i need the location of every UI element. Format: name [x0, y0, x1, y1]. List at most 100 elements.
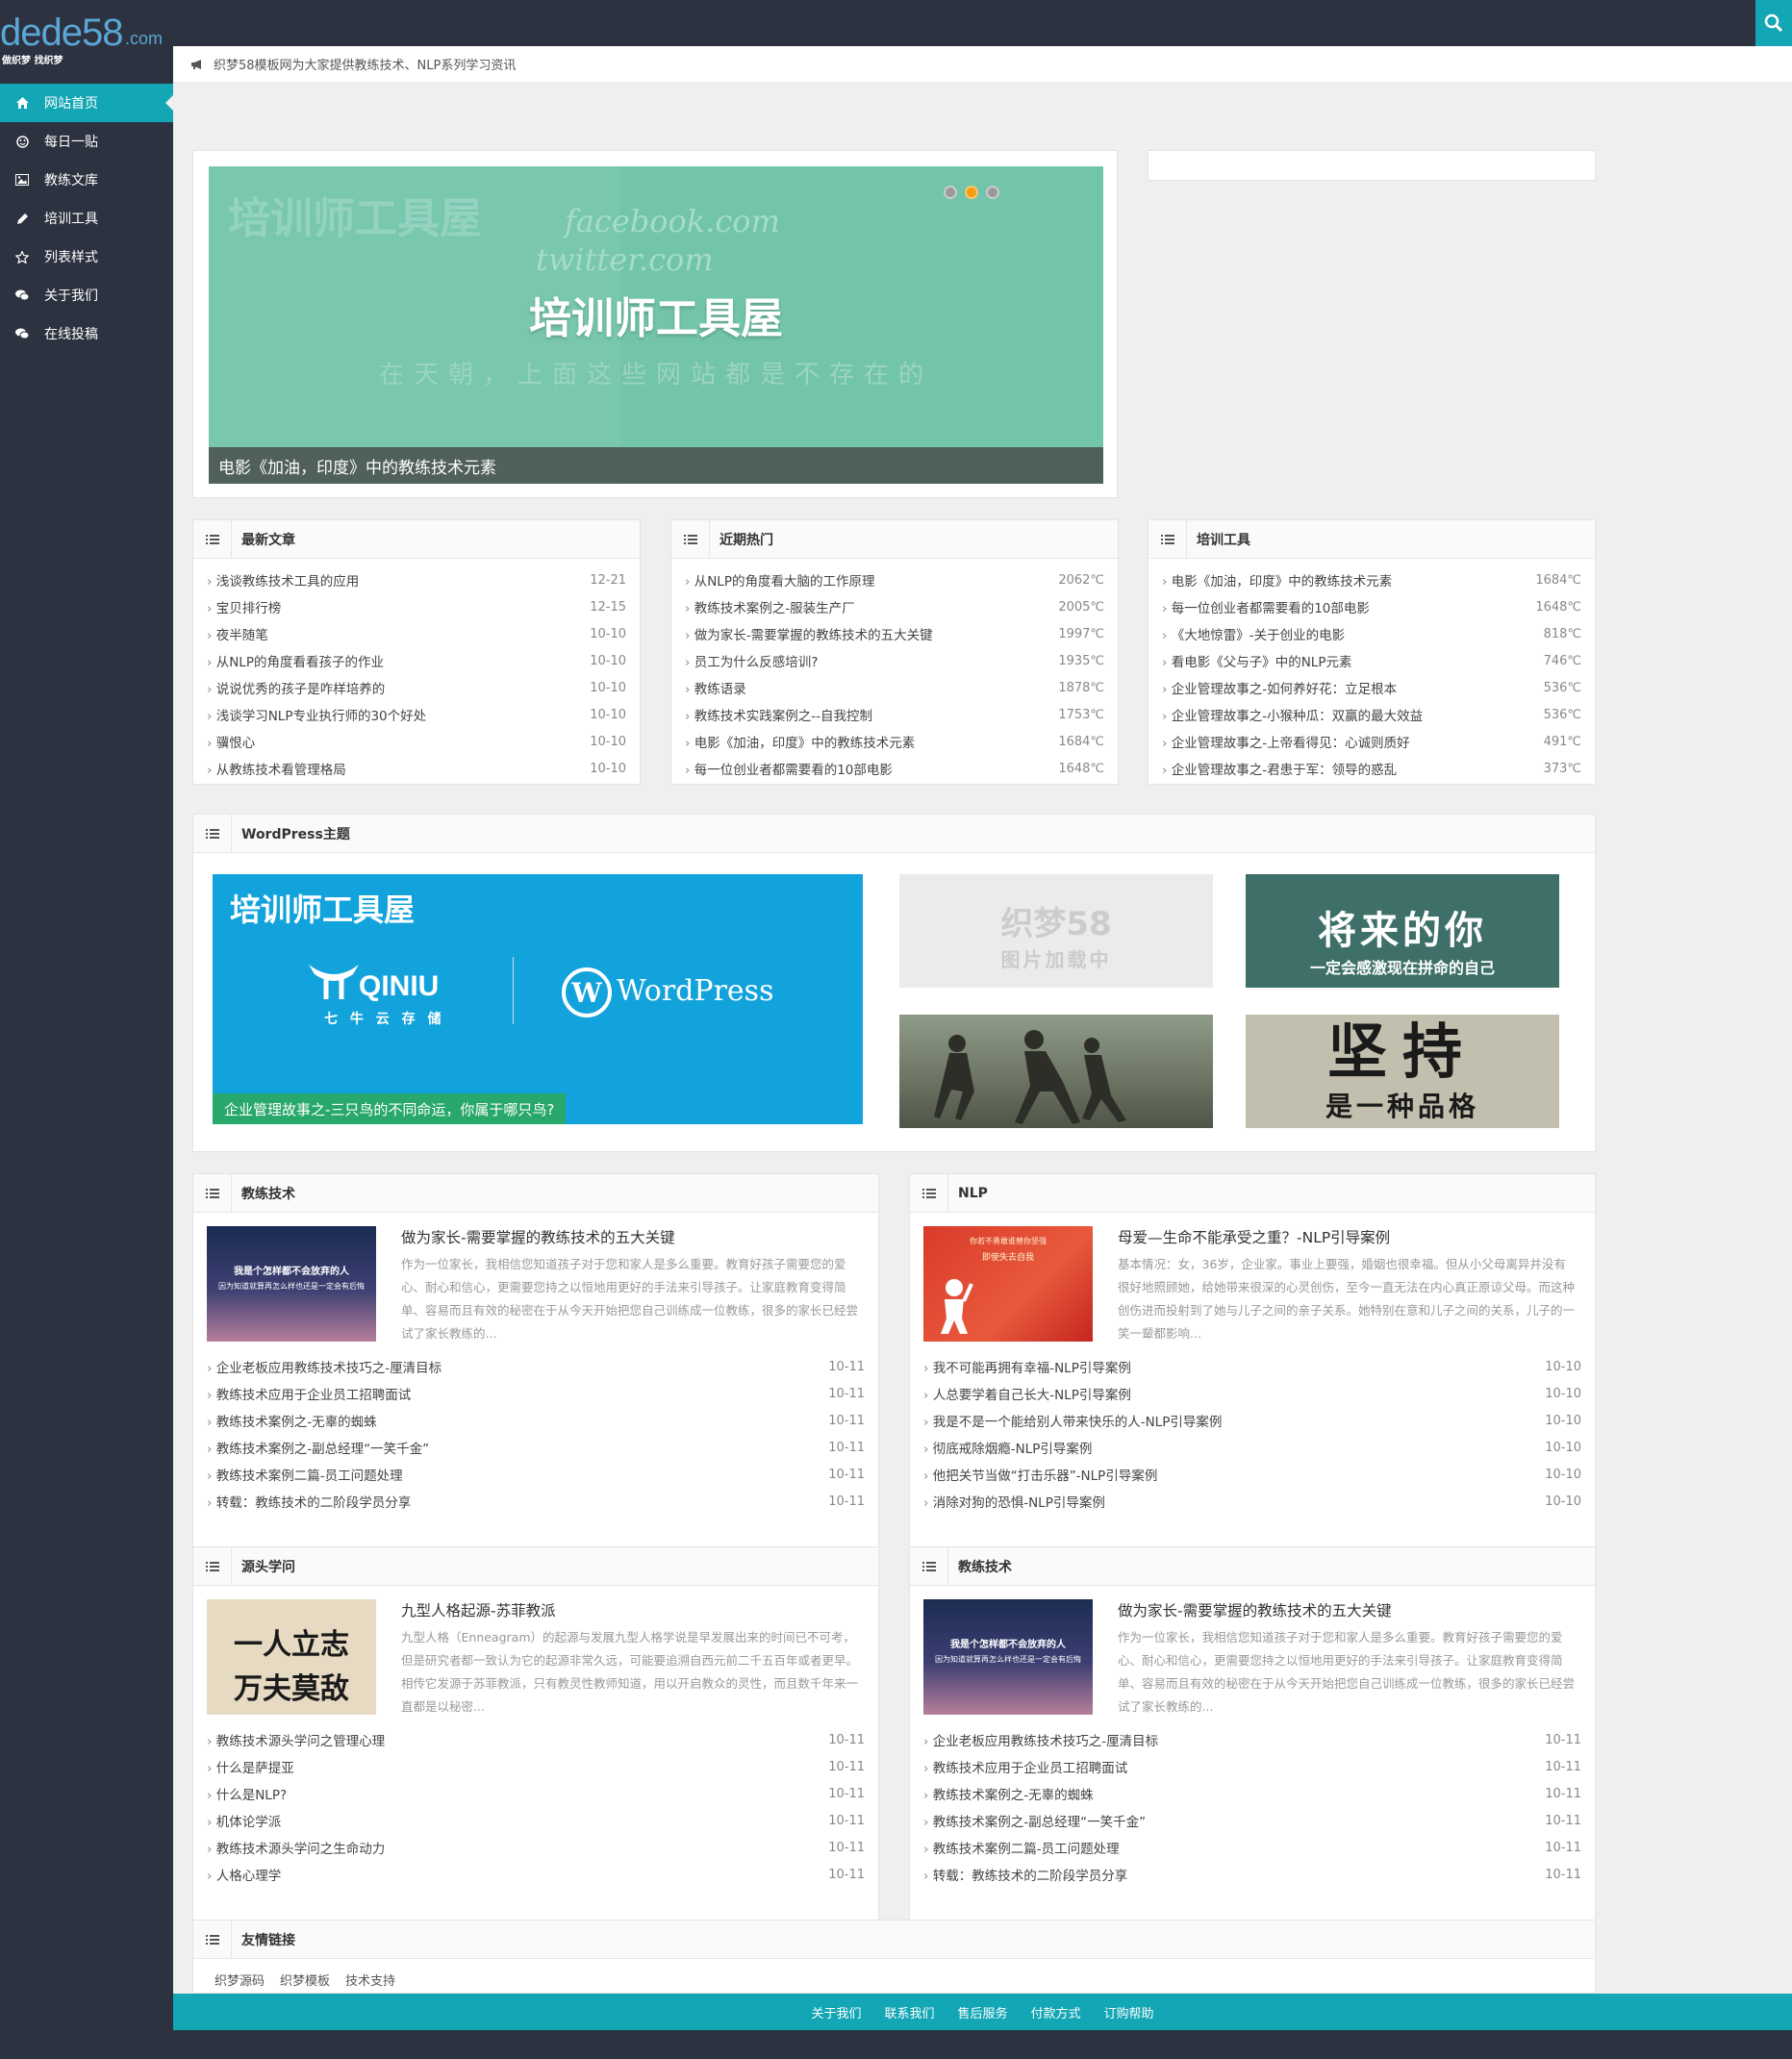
footer-link[interactable]: 付款方式: [1031, 2003, 1081, 2021]
list-item[interactable]: 什么是萨提亚 10-11: [207, 1753, 865, 1780]
sidebar-item-2[interactable]: 每日一贴: [0, 122, 173, 161]
list-item-title[interactable]: 员工为什么反感培训?: [685, 651, 819, 670]
footer-link[interactable]: 联系我们: [884, 2003, 934, 2021]
list-item-title[interactable]: 浅谈教练技术工具的应用: [207, 570, 360, 590]
list-item[interactable]: 什么是NLP? 10-11: [207, 1780, 865, 1807]
list-item-title[interactable]: 从教练技术看管理格局: [207, 759, 346, 778]
sidebar-item-7[interactable]: 在线投稿: [0, 314, 173, 353]
list-item[interactable]: 我不可能再拥有幸福-NLP引导案例 10-10: [923, 1353, 1581, 1380]
list-item[interactable]: 教练技术案例之-服装生产厂 2005℃: [685, 593, 1104, 620]
list-item[interactable]: 骥恨心 10-10: [207, 728, 626, 755]
sidebar-item-5[interactable]: 列表样式: [0, 238, 173, 276]
list-item[interactable]: 彻底戒除烟瘾-NLP引导案例 10-10: [923, 1434, 1581, 1461]
list-item[interactable]: 说说优秀的孩子是咋样培养的 10-10: [207, 674, 626, 701]
list-item[interactable]: 教练技术应用于企业员工招聘面试 10-11: [207, 1380, 865, 1407]
footer-link[interactable]: 售后服务: [957, 2003, 1007, 2021]
list-item[interactable]: 人格心理学 10-11: [207, 1861, 865, 1888]
list-item[interactable]: 企业老板应用教练技术技巧之-厘清目标 10-11: [207, 1353, 865, 1380]
list-item-title[interactable]: 转载：教练技术的二阶段学员分享: [207, 1492, 412, 1511]
gallery-photo[interactable]: [899, 1015, 1213, 1128]
list-item-title[interactable]: 教练技术案例之-无辜的蜘蛛: [923, 1784, 1094, 1803]
list-item-title[interactable]: 他把关节当做“打击乐器”-NLP引导案例: [923, 1465, 1158, 1484]
list-item-title[interactable]: 说说优秀的孩子是咋样培养的: [207, 678, 386, 697]
list-item[interactable]: 教练技术案例之-无辜的蜘蛛 10-11: [923, 1780, 1581, 1807]
list-item-title[interactable]: 什么是NLP?: [207, 1784, 287, 1803]
list-item[interactable]: 教练技术案例之-副总经理“一笑千金” 10-11: [923, 1807, 1581, 1834]
gallery-persist[interactable]: 坚持 是一种品格: [1246, 1015, 1559, 1128]
featured-image[interactable]: 培训师工具屋 QINIU 七 牛 云 存 储 W WordPress 企业管理故…: [213, 874, 863, 1124]
list-item-title[interactable]: 电影《加油，印度》中的教练技术元素: [1162, 570, 1393, 590]
list-item-title[interactable]: 夜半随笔: [207, 624, 268, 643]
list-item[interactable]: 电影《加油，印度》中的教练技术元素 1684℃: [685, 728, 1104, 755]
list-item[interactable]: 教练技术源头学问之管理心理 10-11: [207, 1726, 865, 1753]
slider-dot[interactable]: [944, 186, 957, 199]
friend-link[interactable]: 织梦模板: [280, 1971, 330, 1989]
list-item-title[interactable]: 企业管理故事之-小猴种瓜：双赢的最大效益: [1162, 705, 1423, 724]
sidebar-item-4[interactable]: 培训工具: [0, 199, 173, 238]
list-item[interactable]: 从NLP的角度看看孩子的作业 10-10: [207, 647, 626, 674]
list-item-title[interactable]: 教练技术案例之-副总经理“一笑千金”: [923, 1811, 1146, 1830]
list-item-title[interactable]: 什么是萨提亚: [207, 1757, 294, 1776]
list-item[interactable]: 转载：教练技术的二阶段学员分享 10-11: [923, 1861, 1581, 1888]
sidebar-item-1[interactable]: 网站首页: [0, 84, 173, 122]
feature-title[interactable]: 做为家长-需要掌握的教练技术的五大关键: [1118, 1599, 1392, 1620]
list-item[interactable]: 教练技术案例二篇-员工问题处理 10-11: [207, 1461, 865, 1488]
list-item[interactable]: 机体论学派 10-11: [207, 1807, 865, 1834]
list-item[interactable]: 从教练技术看管理格局 10-10: [207, 755, 626, 782]
list-item-title[interactable]: 企业管理故事之-上帝看得见：心诚则质好: [1162, 732, 1410, 751]
list-item-title[interactable]: 宝贝排行榜: [207, 597, 282, 616]
feature-title[interactable]: 母爱—生命不能承受之重？-NLP引导案例: [1118, 1226, 1390, 1247]
list-item-title[interactable]: 我不可能再拥有幸福-NLP引导案例: [923, 1357, 1131, 1376]
list-item-title[interactable]: 企业管理故事之-如何养好花：立足根本: [1162, 678, 1397, 697]
hero-slider[interactable]: 培训师工具屋 facebook.com twitter.com 培训师工具屋 在…: [209, 166, 1103, 484]
list-item[interactable]: 人总要学着自己长大-NLP引导案例 10-10: [923, 1380, 1581, 1407]
list-item[interactable]: 电影《加油，印度》中的教练技术元素 1684℃: [1162, 566, 1581, 593]
list-item-title[interactable]: 每一位创业者都需要看的10部电影: [1162, 597, 1370, 616]
list-item[interactable]: 教练语录 1878℃: [685, 674, 1104, 701]
list-item-title[interactable]: 教练技术源头学问之管理心理: [207, 1730, 386, 1749]
list-item-title[interactable]: 浅谈学习NLP专业执行师的30个好处: [207, 705, 426, 724]
list-item-title[interactable]: 教练技术案例二篇-员工问题处理: [207, 1465, 403, 1484]
list-item[interactable]: 宝贝排行榜 12-15: [207, 593, 626, 620]
list-item[interactable]: 浅谈教练技术工具的应用 12-21: [207, 566, 626, 593]
list-item-title[interactable]: 教练技术源头学问之生命动力: [207, 1838, 386, 1857]
list-item-title[interactable]: 企业管理故事之-君患于军：领导的惑乱: [1162, 759, 1397, 778]
list-item-title[interactable]: 教练技术案例之-服装生产厂: [685, 597, 855, 616]
list-item[interactable]: 教练技术案例之-无辜的蜘蛛 10-11: [207, 1407, 865, 1434]
friend-link[interactable]: 织梦源码: [215, 1971, 265, 1989]
friend-link[interactable]: 技术支持: [345, 1971, 395, 1989]
list-item[interactable]: 转载：教练技术的二阶段学员分享 10-11: [207, 1488, 865, 1515]
list-item-title[interactable]: 人总要学着自己长大-NLP引导案例: [923, 1384, 1131, 1403]
list-item[interactable]: 他把关节当做“打击乐器”-NLP引导案例 10-10: [923, 1461, 1581, 1488]
list-item-title[interactable]: 我是不是一个能给别人带来快乐的人-NLP引导案例: [923, 1411, 1223, 1430]
site-logo[interactable]: dede58 .com 做织梦 找织梦: [0, 12, 173, 67]
gallery-future[interactable]: 将来的你 一定会感激现在拼命的自己: [1246, 874, 1559, 988]
list-item-title[interactable]: 彻底戒除烟瘾-NLP引导案例: [923, 1438, 1093, 1457]
list-item-title[interactable]: 教练技术应用于企业员工招聘面试: [923, 1757, 1128, 1776]
list-item[interactable]: 消除对狗的恐惧-NLP引导案例 10-10: [923, 1488, 1581, 1515]
list-item-title[interactable]: 企业老板应用教练技术技巧之-厘清目标: [923, 1730, 1158, 1749]
list-item[interactable]: 教练技术实践案例之--自我控制 1753℃: [685, 701, 1104, 728]
search-button[interactable]: [1755, 0, 1792, 46]
list-item[interactable]: 教练技术应用于企业员工招聘面试 10-11: [923, 1753, 1581, 1780]
featured-caption[interactable]: 企业管理故事之-三只鸟的不同命运，你属于哪只鸟?: [213, 1093, 567, 1124]
list-item-title[interactable]: 每一位创业者都需要看的10部电影: [685, 759, 893, 778]
list-item[interactable]: 我是不是一个能给别人带来快乐的人-NLP引导案例 10-10: [923, 1407, 1581, 1434]
list-item-title[interactable]: 教练技术实践案例之--自我控制: [685, 705, 872, 724]
list-item[interactable]: 教练技术案例二篇-员工问题处理 10-11: [923, 1834, 1581, 1861]
feature-thumbnail[interactable]: 我是个怎样都不会放弃的人 因为知道就算再怎么样也还是一定会有后悔: [207, 1226, 376, 1342]
feature-thumbnail[interactable]: 你若不勇敢谁替你坚强 即使失去自我: [923, 1226, 1093, 1342]
list-item-title[interactable]: 企业老板应用教练技术技巧之-厘清目标: [207, 1357, 442, 1376]
feature-thumbnail[interactable]: 一人立志 万夫莫敌: [207, 1599, 376, 1715]
list-item[interactable]: 企业老板应用教练技术技巧之-厘清目标 10-11: [923, 1726, 1581, 1753]
list-item-title[interactable]: 看电影《父与子》中的NLP元素: [1162, 651, 1352, 670]
list-item[interactable]: 员工为什么反感培训? 1935℃: [685, 647, 1104, 674]
gallery-placeholder[interactable]: 织梦58 图片加载中: [899, 874, 1213, 988]
list-item[interactable]: 每一位创业者都需要看的10部电影 1648℃: [685, 755, 1104, 782]
feature-title[interactable]: 九型人格起源-苏菲教派: [401, 1599, 556, 1620]
slider-caption[interactable]: 电影《加油，印度》中的教练技术元素: [209, 447, 1103, 484]
list-item-title[interactable]: 转载：教练技术的二阶段学员分享: [923, 1865, 1128, 1884]
list-item[interactable]: 企业管理故事之-君患于军：领导的惑乱 373℃: [1162, 755, 1581, 782]
list-item-title[interactable]: 教练技术案例之-无辜的蜘蛛: [207, 1411, 377, 1430]
list-item-title[interactable]: 机体论学派: [207, 1811, 282, 1830]
